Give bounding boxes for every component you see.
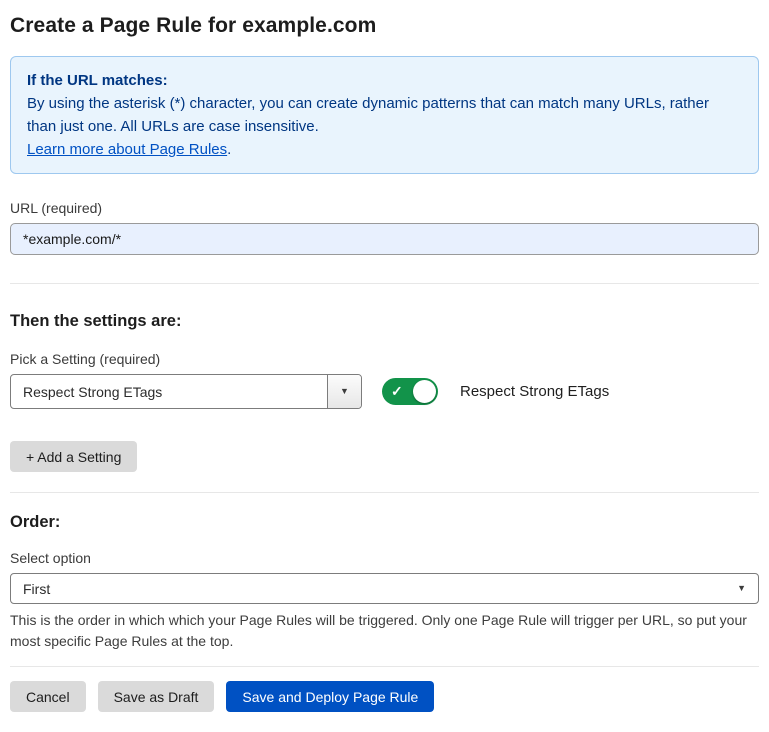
pick-setting-label: Pick a Setting (required) bbox=[10, 351, 759, 367]
order-select-label: Select option bbox=[10, 550, 759, 566]
page-title: Create a Page Rule for example.com bbox=[10, 14, 759, 38]
chevron-down-icon: ▼ bbox=[737, 584, 746, 593]
order-select-value: First bbox=[23, 581, 50, 597]
setting-row: Respect Strong ETags ▼ ✓ Respect Strong … bbox=[10, 374, 759, 409]
save-draft-button[interactable]: Save as Draft bbox=[98, 681, 215, 712]
order-help-text: This is the order in which which your Pa… bbox=[10, 610, 750, 652]
settings-heading: Then the settings are: bbox=[10, 312, 759, 331]
setting-toggle[interactable]: ✓ bbox=[382, 378, 438, 405]
toggle-label: Respect Strong ETags bbox=[460, 383, 609, 400]
setting-select-caret-button[interactable]: ▼ bbox=[327, 375, 361, 408]
check-icon: ✓ bbox=[391, 383, 403, 400]
order-select[interactable]: First ▼ bbox=[10, 573, 759, 604]
save-deploy-button[interactable]: Save and Deploy Page Rule bbox=[226, 681, 434, 712]
link-period: . bbox=[227, 141, 231, 158]
setting-select-value: Respect Strong ETags bbox=[11, 375, 327, 408]
footer-divider bbox=[10, 666, 759, 667]
info-box-link-line: Learn more about Page Rules. bbox=[27, 138, 742, 161]
chevron-down-icon: ▼ bbox=[340, 387, 349, 396]
setting-select[interactable]: Respect Strong ETags ▼ bbox=[10, 374, 362, 409]
info-box-body: By using the asterisk (*) character, you… bbox=[27, 92, 742, 138]
toggle-knob bbox=[413, 380, 436, 403]
section-divider bbox=[10, 492, 759, 493]
cancel-button[interactable]: Cancel bbox=[10, 681, 86, 712]
order-heading: Order: bbox=[10, 513, 759, 532]
url-label: URL (required) bbox=[10, 200, 759, 216]
footer-actions: Cancel Save as Draft Save and Deploy Pag… bbox=[10, 681, 759, 712]
url-input[interactable] bbox=[10, 223, 759, 255]
section-divider bbox=[10, 283, 759, 284]
url-match-info-box: If the URL matches: By using the asteris… bbox=[10, 56, 759, 174]
add-setting-button[interactable]: + Add a Setting bbox=[10, 441, 137, 472]
info-box-heading: If the URL matches: bbox=[27, 69, 742, 92]
learn-more-link[interactable]: Learn more about Page Rules bbox=[27, 141, 227, 158]
